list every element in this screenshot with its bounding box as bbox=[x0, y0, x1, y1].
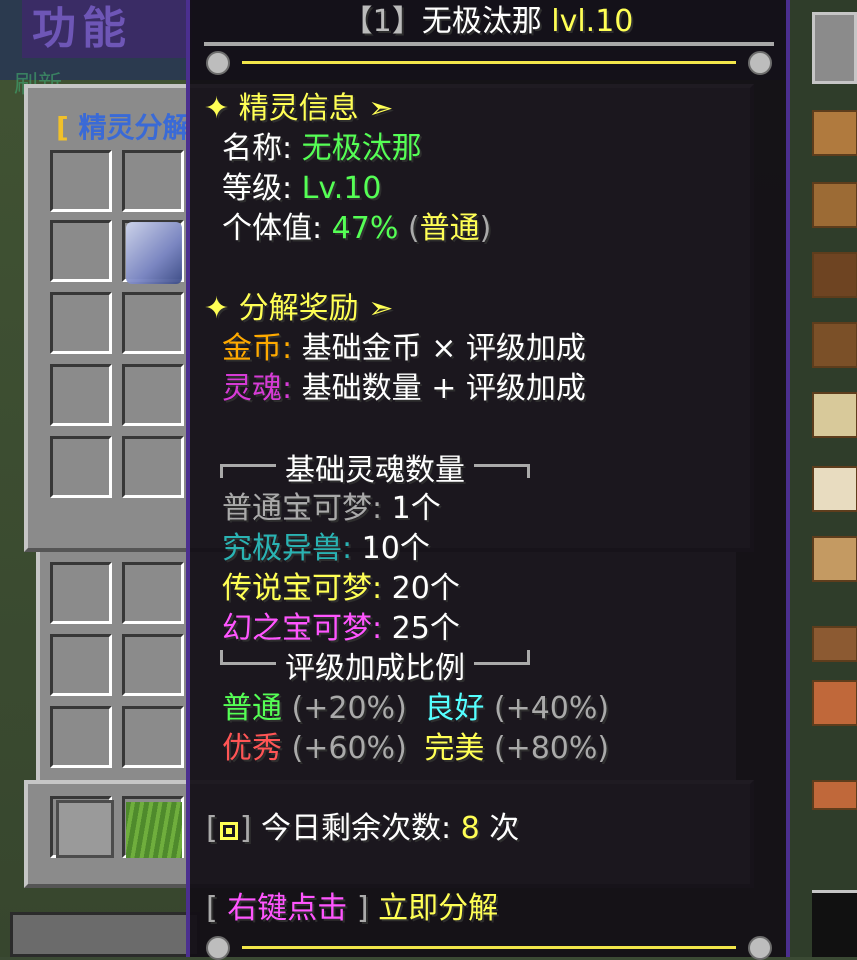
game-hotbar bbox=[10, 912, 200, 957]
gold-reward-row: 金币: 基础金币 × 评级加成 bbox=[222, 331, 586, 366]
coin-icon bbox=[219, 822, 238, 840]
bottom-separator bbox=[204, 934, 774, 960]
decompose-action-hint: [ 右键点击 ] 立即分解 bbox=[206, 891, 499, 926]
inventory-slot[interactable] bbox=[50, 364, 112, 426]
gui-title: [ 精灵分解 bbox=[56, 111, 191, 144]
tooltip-title: 【1】无极汰那 lvl.10 bbox=[342, 4, 634, 39]
rating-row: 优秀 (+60%) 完美 (+80%) bbox=[222, 731, 610, 766]
info-section-header: ✦ 精灵信息 ➣ bbox=[204, 91, 394, 126]
pokemon-name-title: 无极汰那 bbox=[421, 4, 542, 39]
right-click-key: 右键点击 bbox=[227, 891, 348, 926]
furnace-item-icon[interactable] bbox=[56, 800, 114, 858]
scroll-block-icon[interactable] bbox=[812, 466, 857, 512]
pokemon-level-title: lvl.10 bbox=[551, 4, 634, 39]
remaining-count-row: [] 今日剩余次数: 8 次 bbox=[206, 811, 520, 846]
inventory-slot[interactable] bbox=[50, 292, 112, 354]
inventory-slot[interactable] bbox=[50, 220, 112, 282]
right-dark-panel bbox=[812, 890, 857, 957]
inventory-slot[interactable] bbox=[50, 436, 112, 498]
soul-reward-row: 灵魂: 基础数量 + 评级加成 bbox=[222, 371, 586, 406]
inventory-slot[interactable] bbox=[122, 706, 184, 768]
inventory-slot[interactable] bbox=[50, 634, 112, 696]
inventory-slot[interactable] bbox=[50, 706, 112, 768]
background-banner: 功能 bbox=[22, 0, 192, 58]
planks-block-icon[interactable] bbox=[812, 536, 857, 582]
fence-block-icon[interactable] bbox=[812, 322, 857, 368]
base-soul-row: 幻之宝可梦: 25个 bbox=[222, 611, 460, 646]
inventory-slot[interactable] bbox=[122, 292, 184, 354]
separator-knob-icon bbox=[748, 51, 772, 75]
inventory-slot[interactable] bbox=[122, 150, 184, 212]
name-row: 名称: 无极汰那 bbox=[222, 131, 422, 166]
iv-grade: 普通 bbox=[419, 211, 480, 246]
separator-knob-icon bbox=[748, 936, 772, 960]
separator-knob-icon bbox=[206, 936, 230, 960]
level-row: 等级: Lv.10 bbox=[222, 171, 382, 206]
terracotta-block-icon[interactable] bbox=[812, 680, 857, 726]
side-tab-button[interactable] bbox=[812, 12, 857, 84]
rating-row: 普通 (+20%) 良好 (+40%) bbox=[222, 691, 610, 726]
trapdoor-block-icon[interactable] bbox=[812, 626, 857, 662]
log-block-icon[interactable] bbox=[812, 252, 857, 298]
top-separator bbox=[204, 42, 774, 75]
inventory-slot[interactable] bbox=[50, 150, 112, 212]
inventory-slot[interactable] bbox=[122, 634, 184, 696]
rating-header: 评级加成比例 bbox=[220, 650, 530, 688]
wood-block-icon[interactable] bbox=[812, 110, 857, 156]
pokemon-sprite-icon[interactable] bbox=[126, 222, 182, 284]
base-soul-header: 基础灵魂数量 bbox=[220, 452, 530, 490]
inventory-slot[interactable] bbox=[50, 562, 112, 624]
grass-item-icon[interactable] bbox=[126, 802, 182, 858]
reward-section-header: ✦ 分解奖励 ➣ bbox=[204, 291, 394, 326]
inventory-slot[interactable] bbox=[122, 562, 184, 624]
base-soul-row: 普通宝可梦: 1个 bbox=[222, 491, 441, 526]
base-soul-row: 传说宝可梦: 20个 bbox=[222, 571, 460, 606]
item-tooltip: 【1】无极汰那 lvl.10 ✦ 精灵信息 ➣ 名称: 无极汰那 等级: Lv.… bbox=[186, 0, 790, 960]
separator-knob-icon bbox=[206, 51, 230, 75]
inventory-slot[interactable] bbox=[122, 436, 184, 498]
inventory-slot[interactable] bbox=[122, 364, 184, 426]
base-soul-row: 究极异兽: 10个 bbox=[222, 531, 430, 566]
sand-block-icon[interactable] bbox=[812, 392, 857, 438]
iv-row: 个体值: 47% (普通) bbox=[222, 211, 492, 246]
slab-block-icon[interactable] bbox=[812, 780, 857, 810]
fence-block-icon[interactable] bbox=[812, 182, 857, 228]
